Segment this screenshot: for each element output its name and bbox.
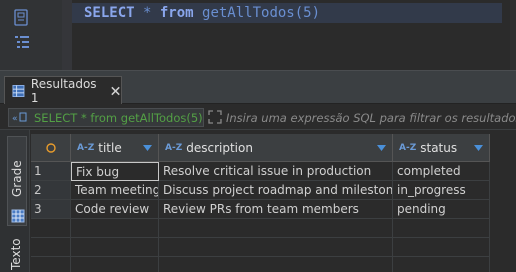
column-header-status[interactable]: A-Z status — [393, 134, 490, 162]
sort-badge: A-Z — [77, 142, 95, 153]
close-icon[interactable] — [110, 85, 121, 97]
tab-grade-label: Grade — [10, 160, 24, 197]
row-number[interactable]: 2 — [31, 181, 71, 200]
cell-title[interactable]: Fix bug — [71, 162, 159, 181]
row-number[interactable]: 3 — [31, 200, 71, 219]
line-number-gutter — [62, 0, 72, 70]
sql-icon: « — [12, 112, 27, 124]
chevron-down-icon[interactable] — [377, 145, 386, 151]
cell-description[interactable]: Resolve critical issue in production — [159, 162, 393, 181]
table-row[interactable]: 3 Code review Review PRs from team membe… — [31, 200, 516, 219]
tab-texto-label: Texto — [9, 238, 23, 270]
cell-empty — [159, 219, 393, 238]
table-row[interactable]: 1 Fix bug Resolve critical issue in prod… — [31, 162, 516, 181]
cell-empty — [393, 257, 490, 272]
svg-text:«: « — [12, 114, 18, 124]
cell-empty — [393, 219, 490, 238]
chevron-down-icon[interactable] — [143, 145, 152, 151]
result-grid[interactable]: A-Z title A-Z description A-Z status 1 F… — [31, 130, 516, 272]
row-number-empty — [31, 238, 71, 257]
active-query-box[interactable]: « SELECT * from getAllTodos(5) — [8, 108, 204, 127]
results-tab-bar: Resultados 1 — [0, 70, 516, 105]
active-query-text: SELECT * from getAllTodos(5) — [34, 110, 203, 125]
row-number[interactable]: 1 — [31, 162, 71, 181]
column-header-label: status — [420, 140, 458, 155]
empty-row — [31, 257, 516, 272]
row-number-empty — [31, 219, 71, 238]
sql-statement[interactable]: SELECT * from getAllTodos(5) — [84, 4, 320, 22]
cell-empty — [159, 238, 393, 257]
sort-badge: A-Z — [165, 142, 183, 153]
cell-title[interactable]: Team meeting — [71, 181, 159, 200]
editor-scrollbar[interactable] — [510, 0, 516, 70]
expand-icon[interactable] — [208, 110, 222, 124]
grid-header: A-Z title A-Z description A-Z status — [31, 134, 516, 162]
cell-empty — [159, 257, 393, 272]
cell-empty — [71, 238, 159, 257]
view-mode-tabs: Grade Texto — [0, 130, 30, 272]
cell-title[interactable]: Code review — [71, 200, 159, 219]
tab-results-1[interactable]: Resultados 1 — [4, 76, 122, 105]
sort-badge: A-Z — [399, 142, 417, 153]
outline-icon[interactable] — [13, 33, 31, 51]
table-row[interactable]: 2 Team meeting Discuss project roadmap a… — [31, 181, 516, 200]
tab-texto[interactable]: Texto — [7, 232, 27, 272]
cell-status[interactable]: pending — [393, 200, 490, 219]
cell-empty — [393, 238, 490, 257]
cell-description[interactable]: Review PRs from team members — [159, 200, 393, 219]
column-header-label: description — [186, 140, 253, 155]
sql-function-call: getAllTodos(5) — [193, 5, 321, 21]
column-header-title[interactable]: A-Z title — [71, 134, 159, 162]
grid-icon — [11, 209, 25, 223]
tab-results-label: Resultados 1 — [30, 76, 97, 105]
empty-row — [31, 238, 516, 257]
sql-console-icon[interactable] — [13, 9, 31, 27]
cell-status[interactable]: in_progress — [393, 181, 490, 200]
sql-star: * — [134, 5, 160, 21]
editor-gutter — [0, 0, 62, 70]
sql-keyword-from: from — [159, 5, 194, 21]
cell-empty — [71, 219, 159, 238]
row-number-empty — [31, 257, 71, 272]
chevron-down-icon[interactable] — [474, 145, 483, 151]
cell-status[interactable]: completed — [393, 162, 490, 181]
tab-grade[interactable]: Grade — [7, 136, 27, 226]
circle-icon — [45, 142, 56, 153]
cell-description[interactable]: Discuss project roadmap and milestones — [159, 181, 393, 200]
sql-editor[interactable]: SELECT * from getAllTodos(5) — [0, 0, 516, 70]
column-header-description[interactable]: A-Z description — [159, 134, 393, 162]
grid-corner[interactable] — [31, 134, 71, 162]
results-grid-icon — [12, 84, 25, 97]
column-header-label: title — [98, 140, 122, 155]
filter-bar: « SELECT * from getAllTodos(5) — [0, 104, 516, 130]
empty-row — [31, 219, 516, 238]
sql-keyword-select: SELECT — [84, 5, 135, 21]
cell-empty — [71, 257, 159, 272]
filter-input[interactable] — [226, 108, 516, 127]
